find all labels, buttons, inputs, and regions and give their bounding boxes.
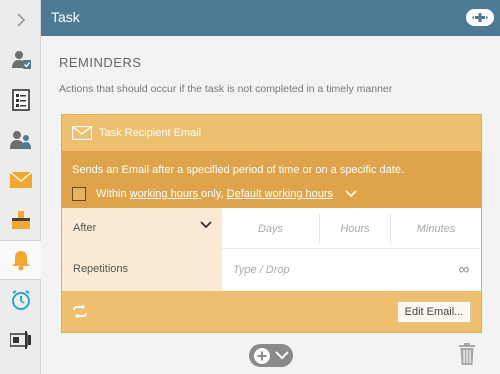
card-body: Sends an Email after a specified period … [62,151,481,208]
only-label: only, [201,188,227,200]
edit-email-button[interactable]: Edit Email... [397,301,471,323]
envelope-icon [72,126,92,140]
rail-item-users[interactable] [0,120,41,160]
add-icon [472,13,488,22]
rail-item-form[interactable] [0,80,41,120]
section-title: REMINDERS [59,55,142,70]
working-hours-row: Within working hours only, Default worki… [72,186,357,202]
chevron-down-icon[interactable] [345,190,357,198]
card-title: Task Recipient Email [99,127,202,139]
bell-icon [12,251,30,271]
rail-item-email[interactable] [0,160,41,200]
card-description: Sends an Email after a specified period … [72,164,405,176]
card-footer: Edit Email... [62,291,481,332]
repetitions-label: Repetitions [73,263,129,275]
infinity-icon[interactable]: ∞ [452,249,476,290]
days-input[interactable]: Days [222,208,319,249]
repetitions-input[interactable]: Type / Drop [233,249,353,290]
header-add-button[interactable] [466,9,494,26]
card-header: Task Recipient Email [62,115,481,151]
hours-input[interactable]: Hours [320,208,390,249]
users-icon [9,131,31,149]
task-header: Task [41,0,500,36]
expand-rail-button[interactable] [0,0,41,40]
after-row: After Days Hours Minutes [62,208,481,249]
section-description: Actions that should occur if the task is… [59,83,393,95]
add-reminder-button[interactable] [249,344,293,367]
reminder-card: Task Recipient Email Sends an Email afte… [61,114,482,333]
main-content: REMINDERS Actions that should occur if t… [41,36,500,374]
repeat-icon[interactable] [72,304,88,319]
rail-item-vote[interactable] [0,200,41,240]
rail-item-timer[interactable] [0,280,41,320]
after-label: After [73,222,97,234]
chevron-down-icon [200,221,212,229]
sign-icon [9,331,31,349]
page-title: Task [51,9,80,25]
chevron-right-icon [16,13,25,27]
rail-item-assignee[interactable] [0,40,41,80]
reminder-grid: After Days Hours Minutes Repetitions Typ… [62,208,481,291]
user-check-icon [11,51,31,69]
minutes-input[interactable]: Minutes [391,208,481,249]
plus-icon [254,347,270,364]
chevron-down-icon [275,351,289,360]
default-working-hours-link[interactable]: Default working hours [227,188,333,200]
working-hours-checkbox[interactable] [72,187,86,201]
repetitions-row: Repetitions Type / Drop ∞ [62,249,481,291]
ballot-box-icon [11,211,30,229]
left-icon-rail [0,0,42,374]
working-hours-link[interactable]: working hours [130,188,202,200]
after-select[interactable]: After [62,208,222,249]
repetitions-label-cell: Repetitions [62,249,222,291]
form-icon [11,89,30,111]
envelope-icon [9,172,32,188]
within-label: Within [96,188,130,200]
stopwatch-icon [11,290,30,310]
rail-item-reminders[interactable] [0,240,42,280]
rail-item-signature[interactable] [0,320,41,360]
trash-icon[interactable] [459,343,475,365]
